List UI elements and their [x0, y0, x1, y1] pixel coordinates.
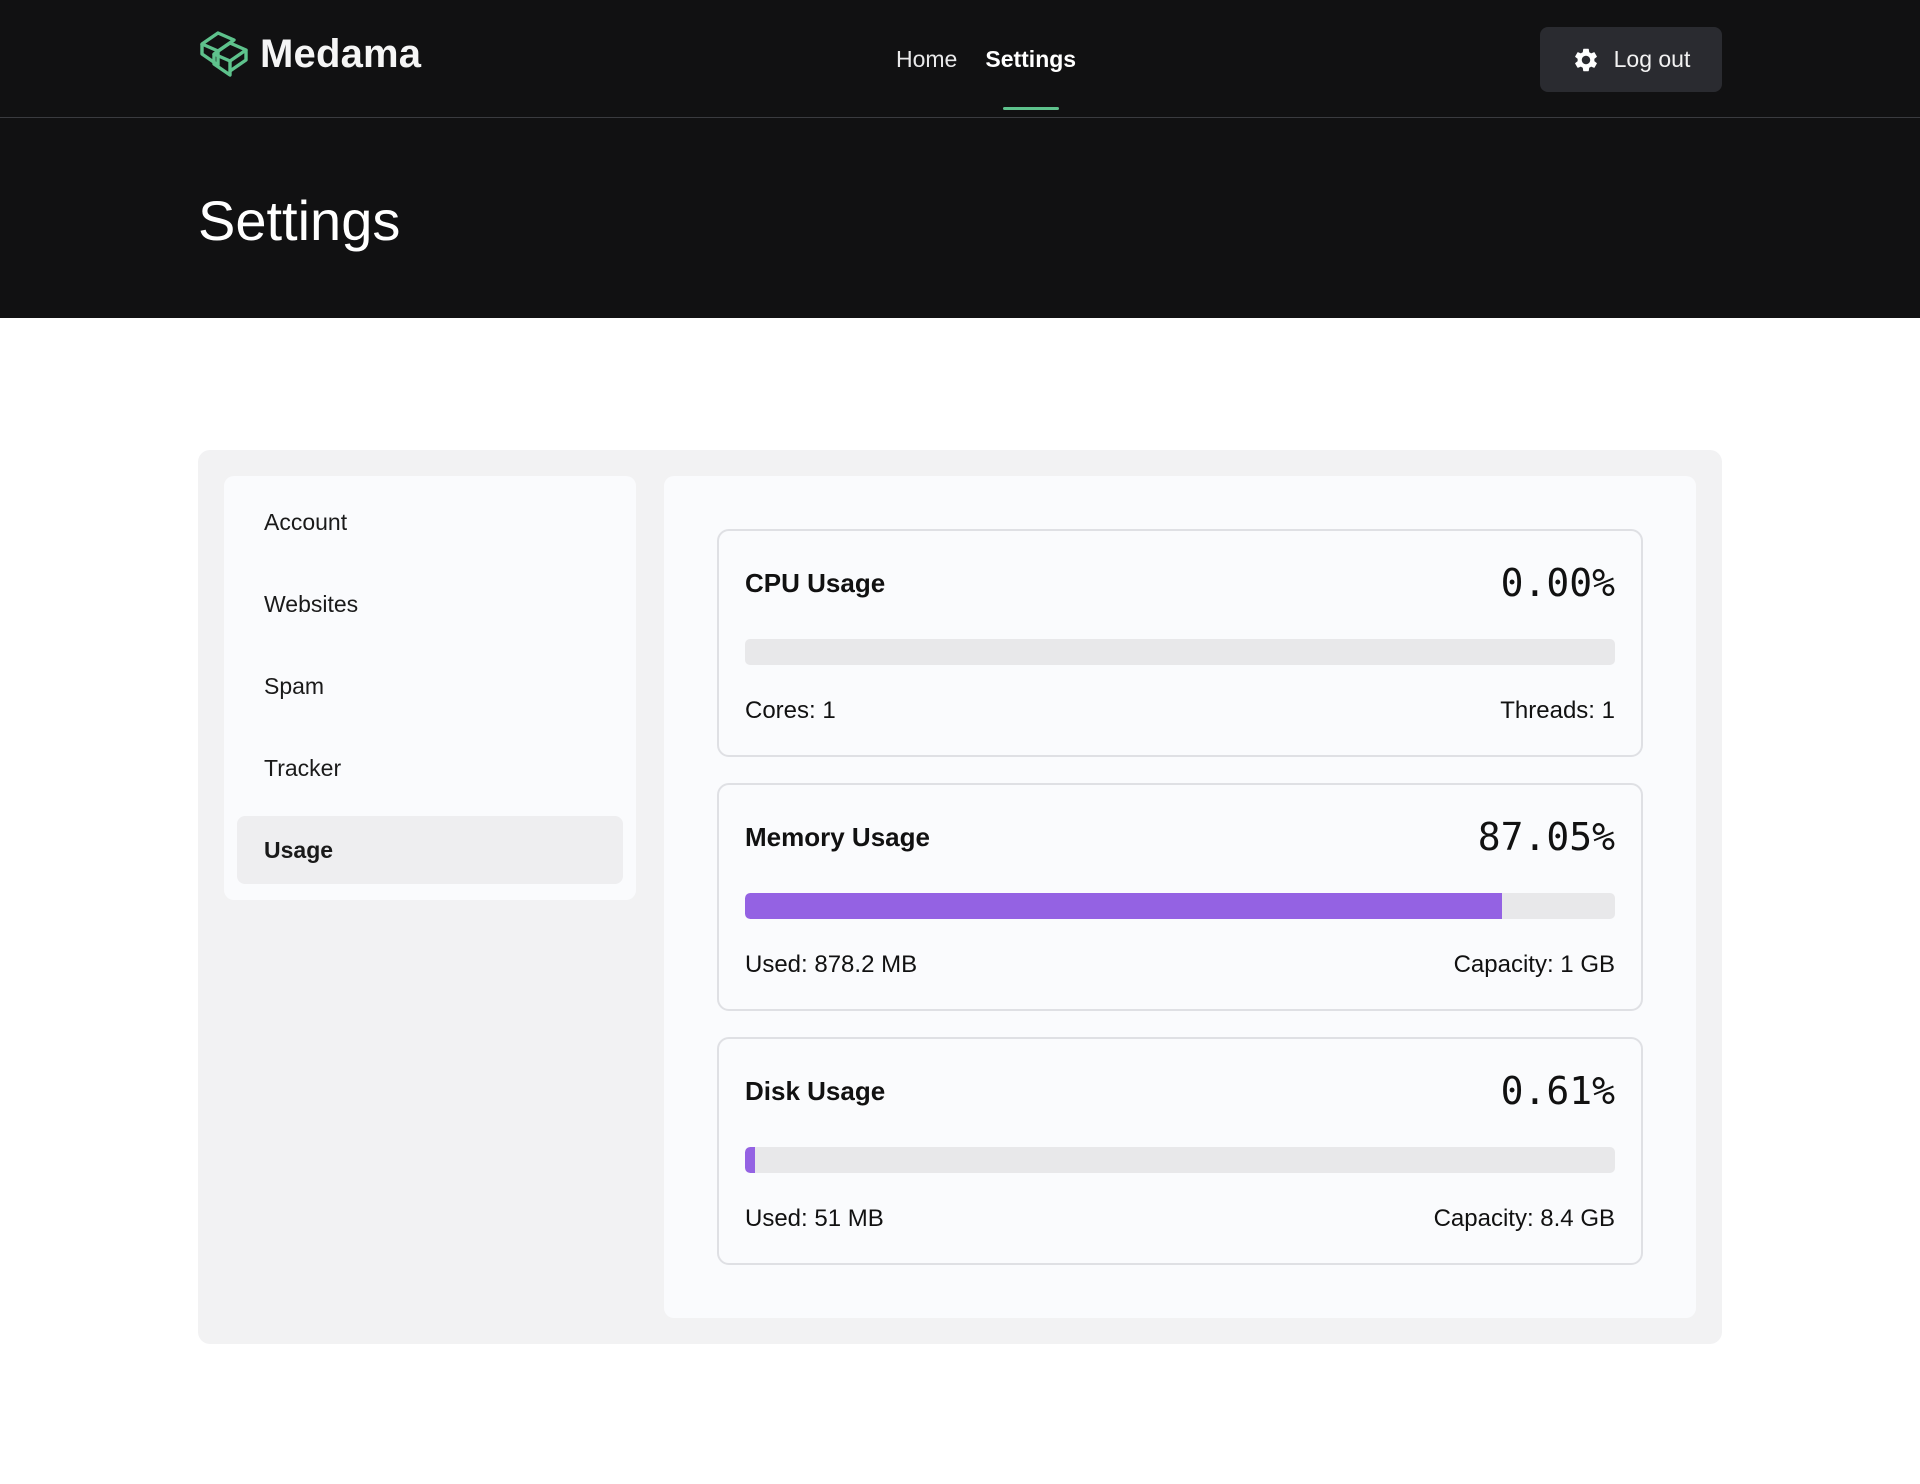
top-navbar: Medama Home Settings Log out: [0, 0, 1920, 118]
nav-settings[interactable]: Settings: [985, 0, 1076, 118]
usage-content: CPU Usage 0.00% Cores: 1 Threads: 1 Memo…: [664, 476, 1696, 1318]
cpu-cores: Cores: 1: [745, 697, 836, 724]
disk-usage-value: 0.61%: [1500, 1069, 1615, 1113]
brand-logo[interactable]: Medama: [198, 28, 421, 80]
memory-usage-bar-fill: [745, 893, 1503, 919]
memory-usage-title: Memory Usage: [745, 821, 930, 852]
logo-icon: [200, 31, 248, 77]
sidebar-item-tracker[interactable]: Tracker: [237, 734, 623, 802]
disk-usage-bar-fill: [745, 1147, 756, 1173]
cpu-usage-bar: [745, 639, 1615, 665]
sidebar-item-websites[interactable]: Websites: [237, 570, 623, 638]
cpu-usage-value: 0.00%: [1500, 561, 1615, 605]
disk-usage-title: Disk Usage: [745, 1075, 886, 1106]
memory-used: Used: 878.2 MB: [745, 951, 918, 978]
disk-usage-bar: [745, 1147, 1615, 1173]
disk-used: Used: 51 MB: [745, 1205, 884, 1232]
cpu-threads: Threads: 1: [1500, 697, 1615, 724]
nav-home[interactable]: Home: [896, 0, 957, 118]
sidebar-item-usage[interactable]: Usage: [237, 816, 623, 884]
sidebar-item-spam[interactable]: Spam: [237, 652, 623, 720]
settings-sidebar: Account Websites Spam Tracker Usage: [224, 476, 636, 900]
memory-usage-bar: [745, 893, 1615, 919]
header: Medama Home Settings Log out Settings: [0, 0, 1920, 318]
cpu-usage-card: CPU Usage 0.00% Cores: 1 Threads: 1: [717, 529, 1643, 757]
memory-capacity: Capacity: 1 GB: [1453, 951, 1615, 978]
cpu-usage-title: CPU Usage: [745, 567, 886, 598]
disk-capacity: Capacity: 8.4 GB: [1433, 1205, 1615, 1232]
disk-usage-card: Disk Usage 0.61% Used: 51 MB Capacity: 8…: [717, 1037, 1643, 1265]
memory-usage-card: Memory Usage 87.05% Used: 878.2 MB Capac…: [717, 783, 1643, 1011]
settings-panel: Account Websites Spam Tracker Usage CPU …: [198, 450, 1722, 1344]
logout-label: Log out: [1613, 46, 1691, 72]
memory-usage-value: 87.05%: [1477, 815, 1615, 859]
main-nav: Home Settings: [896, 0, 1076, 118]
sidebar-item-account[interactable]: Account: [237, 488, 623, 556]
page-title: Settings: [198, 189, 401, 252]
brand-name: Medama: [260, 31, 422, 76]
logout-button[interactable]: Log out: [1540, 27, 1722, 92]
gear-icon: [1574, 48, 1597, 71]
